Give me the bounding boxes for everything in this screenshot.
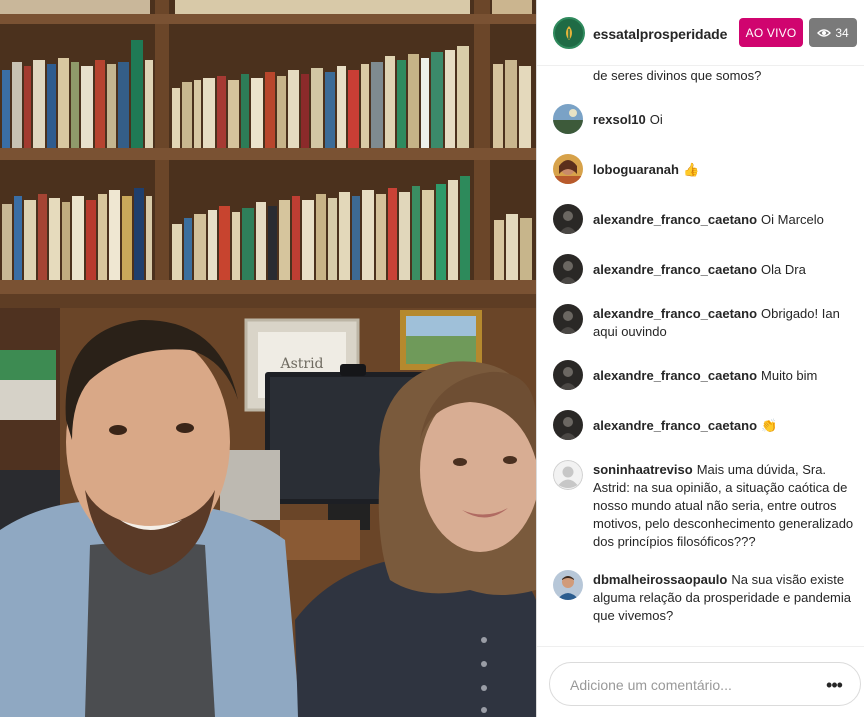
frame-sign-text: Astrid (279, 356, 323, 372)
comment-username[interactable]: alexandre_franco_caetano (593, 262, 757, 277)
live-badge: AO VIVO (739, 18, 803, 47)
avatar[interactable] (553, 570, 583, 600)
comment-username[interactable]: soninhaatreviso (593, 462, 693, 477)
comment-text: Muito bim (761, 368, 818, 383)
viewer-count: 34 (835, 25, 849, 40)
live-header: essatalprosperidade AO VIVO 34 (537, 0, 864, 66)
comment-text: 👍 (682, 162, 700, 177)
comment-username[interactable]: alexandre_franco_caetano (593, 368, 757, 383)
comment-continued-text: de seres divinos que somos? (593, 68, 762, 83)
default-avatar-icon[interactable] (553, 460, 583, 490)
comment-box[interactable]: ••• (549, 662, 861, 706)
avatar[interactable] (553, 254, 583, 284)
avatar[interactable] (553, 204, 583, 234)
avatar[interactable] (553, 360, 583, 390)
avatar[interactable] (553, 154, 583, 184)
comment-username[interactable]: alexandre_franco_caetano (593, 306, 757, 321)
live-video[interactable]: Astrid (0, 0, 536, 717)
comment-composer: ••• (537, 646, 864, 717)
avatar[interactable] (553, 410, 583, 440)
more-options-icon[interactable]: ••• (822, 675, 846, 695)
avatar[interactable] (553, 304, 583, 334)
comment-list[interactable]: de seres divinos que somos? rexsol10 Oi l… (537, 66, 864, 646)
video-frame: Astrid (0, 0, 536, 717)
prosperity-logo-icon (566, 26, 572, 40)
viewer-count-badge: 34 (809, 18, 857, 47)
comment-username[interactable]: alexandre_franco_caetano (593, 418, 757, 433)
books-row-1 (0, 0, 532, 14)
comment-username[interactable]: loboguaranah (593, 162, 679, 177)
comment-input[interactable] (570, 674, 810, 696)
live-chat-panel: essatalprosperidade AO VIVO 34 de seres … (536, 0, 864, 717)
comment-text: Oi (649, 112, 663, 127)
comment-username[interactable]: rexsol10 (593, 112, 646, 127)
comment-text: Oi Marcelo (761, 212, 824, 227)
comment-username[interactable]: alexandre_franco_caetano (593, 212, 757, 227)
comment-text: Ola Dra (761, 262, 806, 277)
host-avatar[interactable] (553, 17, 585, 49)
host-username[interactable]: essatalprosperidade (593, 26, 727, 42)
avatar[interactable] (553, 104, 583, 134)
comment-text: 👏 (761, 418, 778, 433)
eye-icon (817, 28, 832, 37)
comment-username[interactable]: dbmalheirossaopaulo (593, 572, 727, 587)
